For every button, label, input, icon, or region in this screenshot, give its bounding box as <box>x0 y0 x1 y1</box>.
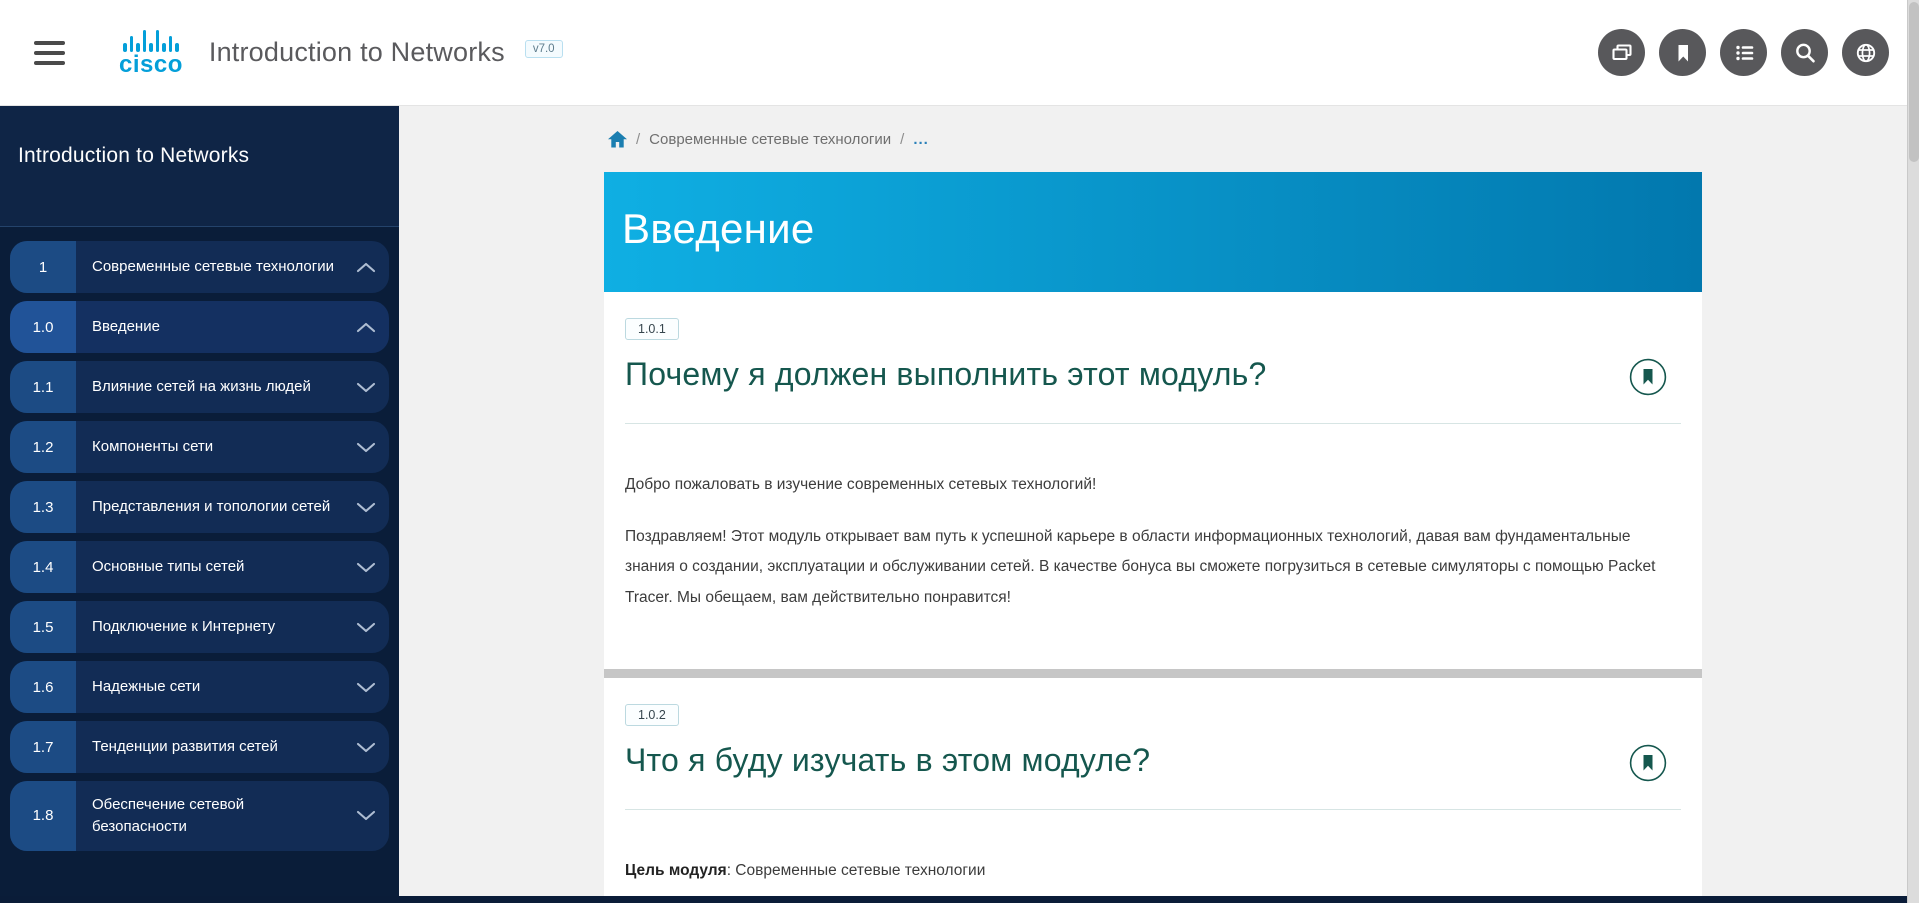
sidebar-item-number: 1.1 <box>10 361 76 413</box>
sidebar-item-label: Надежные сети <box>76 661 343 713</box>
content-section-1.0.2: 1.0.2 Что я буду изучать в этом модуле? Це… <box>604 678 1702 903</box>
section-badge: 1.0.2 <box>625 704 679 726</box>
chevron-down-icon[interactable] <box>343 361 389 413</box>
chevron-down-icon[interactable] <box>343 481 389 533</box>
breadcrumb-module[interactable]: Современные сетевые технологии <box>649 131 891 148</box>
sidebar-item-number: 1.5 <box>10 601 76 653</box>
list-icon[interactable] <box>1720 29 1767 76</box>
cisco-logo-bars <box>123 28 179 52</box>
vertical-scrollbar[interactable] <box>1907 0 1919 903</box>
section-bookmark-icon[interactable] <box>1629 358 1667 396</box>
sidebar-item-number: 1.4 <box>10 541 76 593</box>
menu-icon[interactable] <box>30 37 69 69</box>
sidebar-item-label: Основные типы сетей <box>76 541 343 593</box>
chevron-down-icon[interactable] <box>343 541 389 593</box>
sidebar: Introduction to Networks 1Современные се… <box>0 106 399 903</box>
header-toolbar <box>1598 29 1889 76</box>
chevron-down-icon[interactable] <box>343 721 389 773</box>
banner-title: Введение <box>622 205 815 253</box>
chevron-down-icon[interactable] <box>343 601 389 653</box>
content-card: Введение 1.0.1 Почему я должен выполнить … <box>604 172 1702 903</box>
sidebar-item-1.7[interactable]: 1.7Тенденции развития сетей <box>10 721 389 773</box>
chevron-down-icon[interactable] <box>343 781 389 851</box>
section-badge: 1.0.1 <box>625 318 679 340</box>
sidebar-header: Introduction to Networks <box>0 106 399 227</box>
sidebar-item-number: 1.6 <box>10 661 76 713</box>
chevron-down-icon[interactable] <box>343 661 389 713</box>
sidebar-item-label: Компоненты сети <box>76 421 343 473</box>
sidebar-item-number: 1.0 <box>10 301 76 353</box>
sidebar-item-1.2[interactable]: 1.2Компоненты сети <box>10 421 389 473</box>
sidebar-item-1.8[interactable]: 1.8Обеспечение сетевой безопасности <box>10 781 389 851</box>
sidebar-item-1.0[interactable]: 1.0Введение <box>10 301 389 353</box>
bookmark-icon[interactable] <box>1659 29 1706 76</box>
sidebar-item-1.3[interactable]: 1.3Представления и топологии сетей <box>10 481 389 533</box>
sidebar-item-label: Представления и топологии сетей <box>76 481 343 533</box>
cisco-logo-text: cisco <box>119 53 183 77</box>
sidebar-item-label: Современные сетевые технологии <box>76 241 343 293</box>
chevron-up-icon[interactable] <box>343 301 389 353</box>
breadcrumb-separator: / <box>900 131 904 148</box>
sidebar-item-1.1[interactable]: 1.1Влияние сетей на жизнь людей <box>10 361 389 413</box>
paragraph: Цель модуля: Современные сетевые техноло… <box>625 856 1681 886</box>
cisco-logo: cisco <box>119 28 183 77</box>
search-icon[interactable] <box>1781 29 1828 76</box>
module-nav: 1Современные сетевые технологии1.0Введен… <box>0 227 399 903</box>
section-title: Почему я должен выполнить этот модуль? <box>625 356 1266 393</box>
bottom-bar <box>0 896 1919 903</box>
paragraph: Поздравляем! Этот модуль открывает вам п… <box>625 522 1681 613</box>
sidebar-item-number: 1.2 <box>10 421 76 473</box>
app-header: cisco Introduction to Networks v7.0 <box>0 0 1919 106</box>
sidebar-item-label: Подключение к Интернету <box>76 601 343 653</box>
breadcrumb-separator: / <box>636 131 640 148</box>
content-section-1.0.1: 1.0.1 Почему я должен выполнить этот моду… <box>604 292 1702 669</box>
sidebar-item-1.6[interactable]: 1.6Надежные сети <box>10 661 389 713</box>
version-badge: v7.0 <box>525 40 563 58</box>
app-window: cisco Introduction to Networks v7.0 <box>0 0 1919 903</box>
sidebar-item-1[interactable]: 1Современные сетевые технологии <box>10 241 389 293</box>
chevron-down-icon[interactable] <box>343 421 389 473</box>
course-title: Introduction to Networks <box>209 37 505 68</box>
section-divider <box>604 669 1702 678</box>
sidebar-item-number: 1.3 <box>10 481 76 533</box>
sidebar-item-1.4[interactable]: 1.4Основные типы сетей <box>10 541 389 593</box>
sidebar-item-label: Влияние сетей на жизнь людей <box>76 361 343 413</box>
scrollbar-thumb[interactable] <box>1909 2 1919 162</box>
sidebar-item-number: 1.7 <box>10 721 76 773</box>
paragraph: Добро пожаловать в изучение современных … <box>625 470 1681 500</box>
main-area: / Современные сетевые технологии / ... В… <box>399 106 1919 903</box>
chevron-up-icon[interactable] <box>343 241 389 293</box>
sidebar-item-label: Обеспечение сетевой безопасности <box>76 781 343 851</box>
sidebar-item-label: Введение <box>76 301 343 353</box>
sidebar-item-1.5[interactable]: 1.5Подключение к Интернету <box>10 601 389 653</box>
globe-icon[interactable] <box>1842 29 1889 76</box>
home-icon[interactable] <box>608 131 627 148</box>
sidebar-item-number: 1.8 <box>10 781 76 851</box>
section-body: Добро пожаловать в изучение современных … <box>625 470 1681 613</box>
sidebar-item-label: Тенденции развития сетей <box>76 721 343 773</box>
section-title: Что я буду изучать в этом модуле? <box>625 742 1150 779</box>
section-bookmark-icon[interactable] <box>1629 744 1667 782</box>
pages-icon[interactable] <box>1598 29 1645 76</box>
module-banner: Введение <box>604 172 1702 292</box>
breadcrumb: / Современные сетевые технологии / ... <box>608 128 1702 150</box>
section-body: Цель модуля: Современные сетевые техноло… <box>625 856 1681 886</box>
sidebar-title: Introduction to Networks <box>18 144 381 168</box>
breadcrumb-ellipsis[interactable]: ... <box>913 131 929 148</box>
sidebar-item-number: 1 <box>10 241 76 293</box>
